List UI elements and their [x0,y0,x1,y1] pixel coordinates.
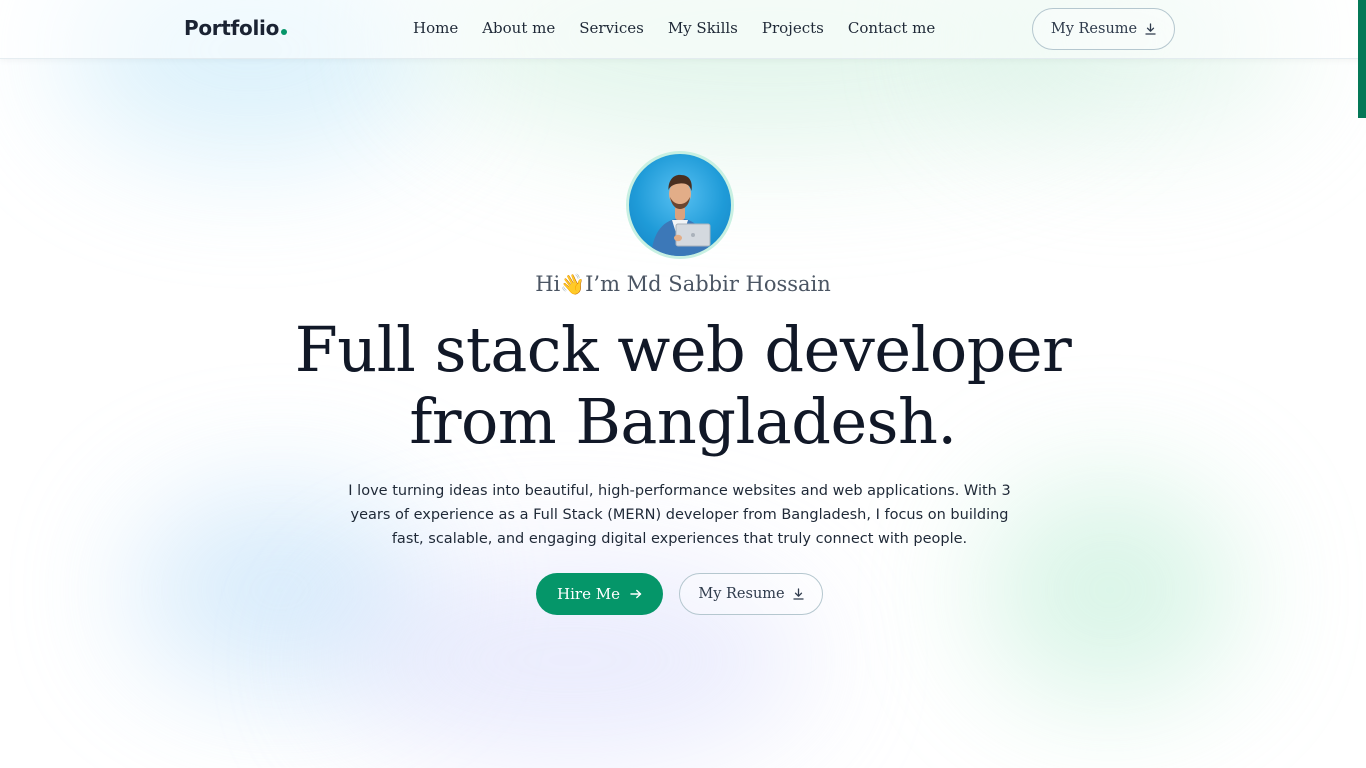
profile-avatar [626,151,734,259]
nav-item-projects[interactable]: Projects [762,19,824,37]
headline-line-1: Full stack web developer [294,313,1072,386]
portfolio-page: Portfolio Home About me Services My Skil… [0,0,1366,768]
nav-item-contact-me[interactable]: Contact me [848,19,935,37]
download-icon [792,588,804,600]
nav-item-home[interactable]: Home [413,19,458,37]
nav-item-my-skills[interactable]: My Skills [668,19,738,37]
headline-line-2: from Bangladesh. [409,385,957,458]
download-icon [1145,23,1156,35]
hero-headline: Full stack web developer from Bangladesh… [0,314,1366,458]
hero-resume-button[interactable]: My Resume [679,573,823,615]
greeting-prefix: Hi [535,272,561,296]
scroll-progress-bar [1358,0,1366,118]
site-header: Portfolio Home About me Services My Skil… [0,0,1366,59]
site-logo[interactable]: Portfolio [184,16,288,40]
logo-text: Portfolio [184,16,280,40]
hire-me-button[interactable]: Hire Me [536,573,663,615]
header-resume-button[interactable]: My Resume [1032,8,1175,50]
nav-item-services[interactable]: Services [579,19,644,37]
waving-hand-icon: 👋 [560,272,586,296]
hire-me-label: Hire Me [557,585,620,603]
hero-intro-text: I love turning ideas into beautiful, hig… [348,483,1011,547]
main-nav: Home About me Services My Skills Project… [413,19,935,37]
hero-resume-label: My Resume [698,586,785,602]
hero-actions: Hire Me My Resume [536,573,823,615]
nav-item-about-me[interactable]: About me [482,19,555,37]
arrow-right-icon [630,589,642,599]
hero-greeting: Hi👋I’m Md Sabbir Hossain [0,272,1366,296]
greeting-name: I’m Md Sabbir Hossain [585,272,831,296]
logo-dot-icon [281,29,288,35]
header-resume-label: My Resume [1050,21,1138,37]
profile-photo-illustration [651,174,711,256]
